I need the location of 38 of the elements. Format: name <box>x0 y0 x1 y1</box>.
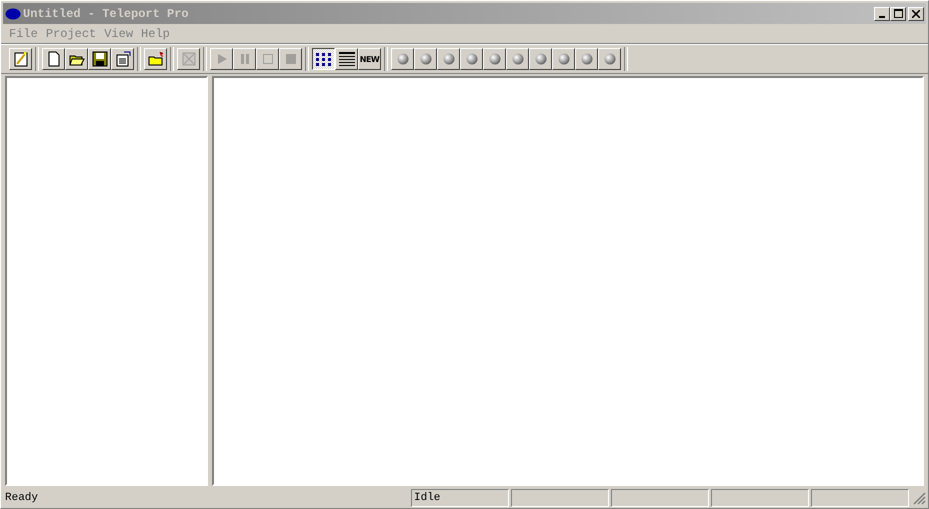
ball-icon <box>420 53 432 65</box>
maximize-icon <box>894 9 902 18</box>
document-icon <box>114 51 130 67</box>
list-lines-icon <box>338 52 354 66</box>
ball-icon <box>466 53 478 65</box>
ball-icon <box>442 53 454 65</box>
window-title: Untitled - Teleport Pro <box>23 6 189 20</box>
ball-icon <box>558 53 570 65</box>
ball-icon <box>488 53 500 65</box>
minimize-icon <box>879 16 885 18</box>
close-icon <box>912 10 920 18</box>
ellipse-icon <box>5 8 21 20</box>
close-button[interactable] <box>908 6 924 20</box>
folder-sparkle-icon <box>148 51 164 67</box>
maximize-button[interactable] <box>890 6 906 20</box>
new-button[interactable]: NEW <box>358 48 381 70</box>
pause-icon <box>238 53 250 65</box>
pencil-page-icon <box>12 51 28 67</box>
toolbar-button[interactable] <box>312 48 335 70</box>
ball-icon <box>580 53 592 65</box>
menu-item[interactable]: Project <box>42 26 100 40</box>
menu-item[interactable]: File <box>5 26 42 40</box>
ball-icon <box>512 53 524 65</box>
stop-icon <box>284 53 296 65</box>
square-outline-icon <box>262 53 274 65</box>
ball-icon <box>534 53 546 65</box>
resize-grip-icon <box>913 492 926 504</box>
minimize-button[interactable] <box>874 6 890 20</box>
status-text: Ready <box>4 490 40 506</box>
menu-item[interactable]: Help <box>137 26 174 40</box>
blank-page-icon <box>46 51 62 67</box>
play-icon <box>216 53 228 65</box>
status-panel: Idle <box>411 489 509 507</box>
ball-icon <box>604 53 616 65</box>
ball-icon <box>396 53 408 65</box>
menu-item[interactable]: View <box>100 26 138 40</box>
crossed-frame-icon <box>180 51 196 67</box>
dot-grid-icon <box>316 52 332 66</box>
